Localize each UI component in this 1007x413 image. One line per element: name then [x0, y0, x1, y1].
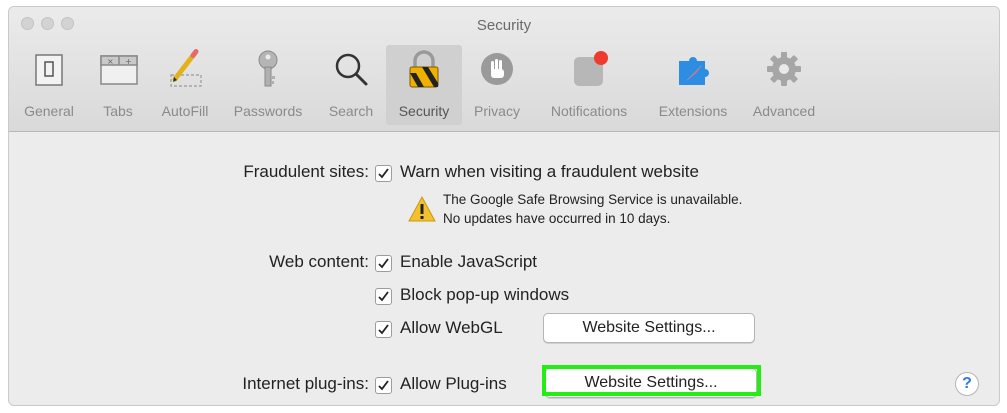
tab-tabs[interactable]: × + Tabs	[91, 45, 145, 125]
fraudulent-sites-label: Fraudulent sites:	[243, 162, 369, 181]
warn-fraudulent-checkbox[interactable]	[375, 165, 392, 182]
allow-plugins-label: Allow Plug-ins	[400, 374, 507, 393]
preferences-window: Security General × + Tabs AutoFill Passw…	[8, 6, 1000, 406]
tab-passwords-label: Passwords	[233, 103, 303, 119]
puzzle-icon	[679, 57, 709, 85]
autofill-icon	[170, 49, 202, 87]
tab-extensions[interactable]: Extensions	[645, 45, 741, 125]
tab-autofill[interactable]: AutoFill	[149, 45, 221, 125]
warning-line-2: No updates have occurred in 10 days.	[443, 211, 671, 226]
tab-general[interactable]: General	[15, 45, 83, 125]
tab-notifications-label: Notifications	[550, 103, 628, 119]
lock-icon	[409, 50, 439, 88]
checkmark-icon	[378, 291, 389, 302]
titlebar-toolbar: Security General × + Tabs AutoFill Passw…	[9, 7, 999, 132]
tab-privacy[interactable]: Privacy	[465, 45, 529, 125]
block-popups-checkbox[interactable]	[375, 288, 392, 305]
window-title: Security	[476, 17, 532, 34]
tab-advanced-label: Advanced	[752, 103, 816, 119]
tab-autofill-label: AutoFill	[161, 103, 209, 119]
checkmark-icon	[378, 380, 389, 391]
tab-privacy-label: Privacy	[474, 103, 520, 119]
tab-security[interactable]: Security	[386, 45, 462, 125]
web-content-label: Web content:	[269, 252, 369, 271]
checkmark-icon	[378, 258, 389, 269]
tab-passwords[interactable]: Passwords	[223, 45, 313, 125]
enable-javascript-checkbox[interactable]	[375, 255, 392, 272]
tab-security-label: Security	[398, 103, 450, 119]
checkmark-icon	[378, 324, 389, 335]
checkmark-icon	[378, 168, 389, 179]
warn-fraudulent-label: Warn when visiting a fraudulent website	[400, 162, 699, 181]
tab-general-label: General	[24, 103, 74, 119]
tab-tabs-label: Tabs	[103, 103, 133, 119]
help-button[interactable]: ?	[955, 372, 979, 396]
gear-icon	[767, 52, 801, 86]
hand-icon	[481, 53, 513, 85]
allow-webgl-label: Allow WebGL	[400, 318, 503, 337]
warning-icon	[408, 195, 436, 222]
notifications-icon	[574, 51, 608, 86]
warning-line-1: The Google Safe Browsing Service is unav…	[443, 192, 743, 207]
tab-extensions-label: Extensions	[658, 103, 728, 119]
tab-advanced[interactable]: Advanced	[743, 45, 825, 125]
svg-text:×: ×	[107, 57, 114, 66]
svg-text:+: +	[125, 57, 132, 66]
security-pane: Fraudulent sites: Warn when visiting a f…	[9, 132, 999, 405]
allow-plugins-checkbox[interactable]	[375, 377, 392, 394]
tabs-icon: × +	[100, 55, 138, 85]
internet-plugins-label: Internet plug-ins:	[242, 374, 369, 393]
highlight-box	[542, 365, 761, 396]
tab-notifications[interactable]: Notifications	[533, 45, 645, 125]
key-icon	[258, 50, 278, 87]
general-icon	[35, 54, 63, 86]
allow-webgl-checkbox[interactable]	[375, 321, 392, 338]
tab-search[interactable]: Search	[317, 45, 385, 125]
magnifier-icon	[335, 53, 368, 86]
enable-javascript-label: Enable JavaScript	[400, 252, 538, 271]
tab-search-label: Search	[328, 103, 374, 119]
block-popups-label: Block pop-up windows	[400, 285, 570, 304]
webgl-website-settings-button[interactable]: Website Settings...	[543, 313, 755, 343]
